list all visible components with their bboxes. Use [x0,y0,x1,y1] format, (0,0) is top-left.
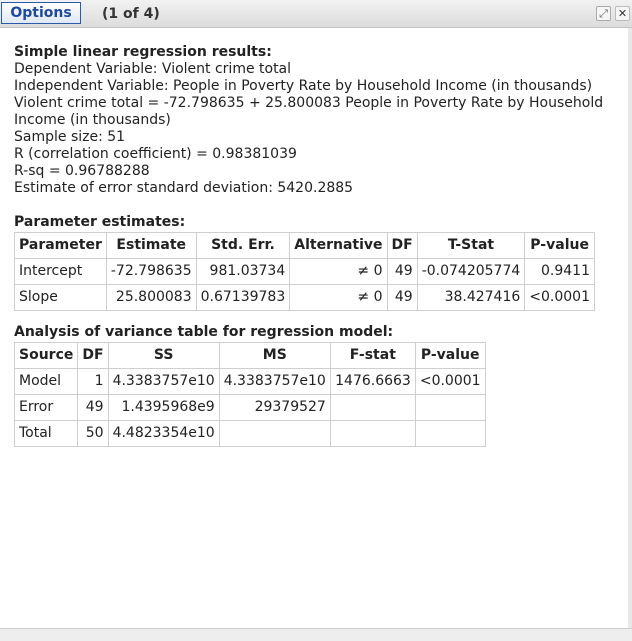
window-right-edge [628,28,632,628]
column-header: Alternative [289,232,388,259]
table-cell: 49 [77,394,109,421]
column-header: SS [107,342,220,369]
window-titlebar: Options (1 of 4) ⤢ ✕ [0,0,632,28]
column-header: Parameter [14,232,107,259]
table-cell: 0.67139783 [195,284,291,311]
table-header-row: Parameter Estimate Std. Err. Alternative… [14,232,595,259]
table-cell: 1.4395968e9 [107,394,220,421]
column-header: Estimate [105,232,197,259]
table-cell: <0.0001 [524,284,595,311]
table-cell: 0.9411 [524,258,595,285]
correlation-coefficient: R (correlation coefficient) = 0.98381039 [14,146,297,162]
column-header: Source [13,342,79,369]
expand-icon[interactable]: ⤢ [596,6,611,21]
table-row: Slope 25.800083 0.67139783 ≠ 0 49 38.427… [14,284,595,311]
window-bottom-bar [0,628,632,641]
table-cell: ≠ 0 [289,258,388,285]
table-header-row: Source DF SS MS F-stat P-value [13,342,486,369]
table-cell [329,420,416,447]
dependent-variable: Dependent Variable: Violent crime total [14,61,292,77]
close-icon[interactable]: ✕ [615,6,630,21]
column-header: DF [386,232,418,259]
table-cell [218,420,331,447]
table-cell: 25.800083 [105,284,197,311]
column-header: F-stat [329,342,416,369]
column-header: T-Stat [416,232,526,259]
table-cell: 50 [77,420,109,447]
table-cell: 29379527 [218,394,331,421]
r-squared: R-sq = 0.96788288 [14,163,150,179]
table-cell: -0.074205774 [416,258,526,285]
regression-equation: Violent crime total = -72.798635 + 25.80… [14,95,604,128]
table-cell [414,420,486,447]
results-panel: Simple linear regression results: Depend… [13,44,620,447]
table-cell [329,394,416,421]
table-cell: 49 [386,284,418,311]
table-row: Model 1 4.3383757e10 4.3383757e10 1476.6… [13,368,486,395]
sample-size: Sample size: 51 [14,129,126,145]
column-header: P-value [414,342,486,369]
table-cell: Error [13,394,79,421]
param-estimates-title: Parameter estimates: [14,214,186,230]
page-indicator: (1 of 4) [102,6,160,22]
column-header: P-value [524,232,595,259]
anova-table: Source DF SS MS F-stat P-value Model 1 4… [13,342,486,447]
table-cell: 4.4823354e10 [107,420,220,447]
table-cell: Total [13,420,79,447]
independent-variable: Independent Variable: People in Poverty … [14,78,593,94]
table-cell: 49 [386,258,418,285]
table-row: Intercept -72.798635 981.03734 ≠ 0 49 -0… [14,258,595,285]
table-cell: Slope [14,284,107,311]
table-cell: 4.3383757e10 [218,368,331,395]
anova-title: Analysis of variance table for regressio… [14,324,394,340]
table-cell: 1476.6663 [329,368,416,395]
table-cell: 1 [77,368,109,395]
column-header: MS [218,342,331,369]
table-cell [414,394,486,421]
options-button[interactable]: Options [1,2,81,24]
table-row: Error 49 1.4395968e9 29379527 [13,394,486,421]
error-std-dev: Estimate of error standard deviation: 54… [14,180,354,196]
table-cell: Intercept [14,258,107,285]
table-cell: Model [13,368,79,395]
table-row: Total 50 4.4823354e10 [13,420,486,447]
param-estimates-table: Parameter Estimate Std. Err. Alternative… [14,232,595,311]
table-cell: 981.03734 [195,258,291,285]
regression-title: Simple linear regression results: [14,44,272,60]
column-header: DF [77,342,109,369]
table-cell: 4.3383757e10 [107,368,220,395]
table-cell: -72.798635 [105,258,197,285]
table-cell: ≠ 0 [289,284,388,311]
table-cell: <0.0001 [414,368,486,395]
column-header: Std. Err. [195,232,291,259]
table-cell: 38.427416 [416,284,526,311]
